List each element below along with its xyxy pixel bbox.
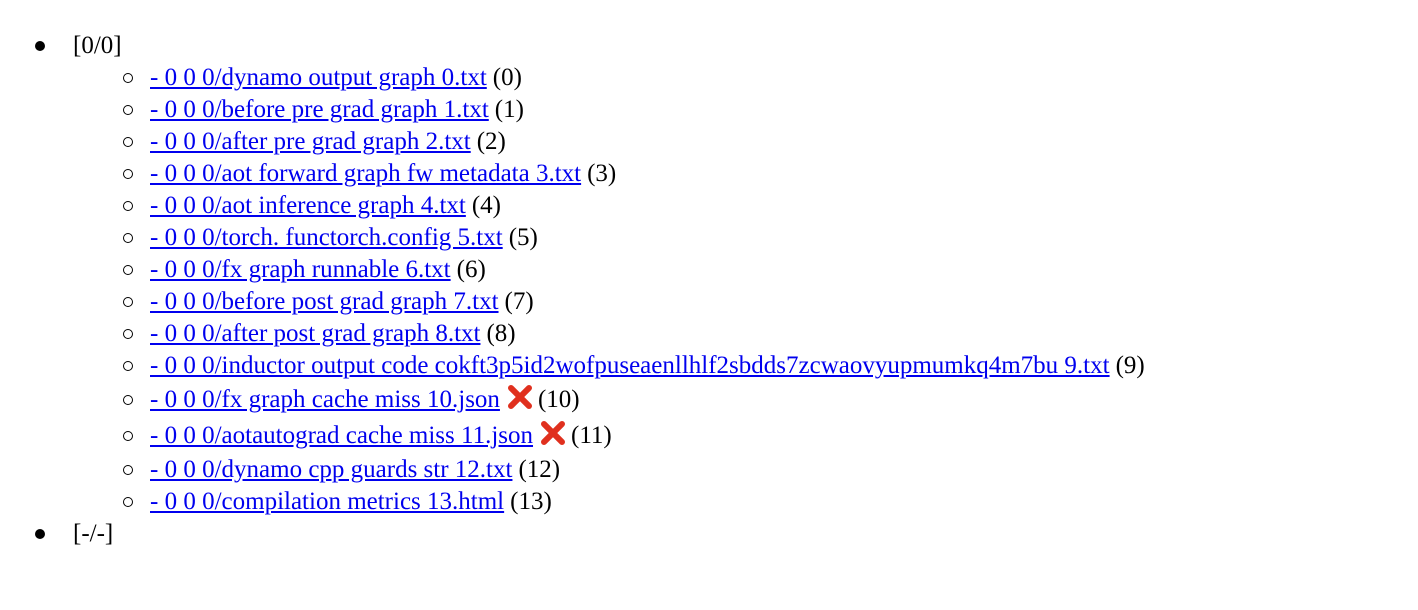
- group-label: [0/0]: [73, 32, 122, 59]
- artifact-index: (4): [471, 192, 502, 219]
- group-label: [-/-]: [73, 520, 114, 547]
- artifact-link[interactable]: - 0 0 0/compilation metrics 13.html: [150, 488, 504, 515]
- artifact-index: (13): [510, 488, 552, 515]
- circle-bullet-icon: [123, 169, 133, 179]
- circle-bullet-icon: [123, 265, 133, 275]
- artifact-link[interactable]: - 0 0 0/before post grad graph 7.txt: [150, 288, 499, 315]
- artifact-list-item: - 0 0 0/torch. functorch.config 5.txt (5): [73, 222, 1418, 254]
- artifact-list-item: - 0 0 0/dynamo output graph 0.txt (0): [73, 62, 1418, 94]
- artifact-link[interactable]: - 0 0 0/fx graph cache miss 10.json: [150, 386, 500, 413]
- artifact-link[interactable]: - 0 0 0/fx graph runnable 6.txt: [150, 256, 451, 283]
- circle-bullet-icon: [123, 465, 133, 475]
- artifact-index: (3): [587, 160, 617, 187]
- artifact-index: (0): [492, 64, 522, 91]
- artifact-list-item: - 0 0 0/dynamo cpp guards str 12.txt (12): [73, 454, 1418, 486]
- artifact-list-item: - 0 0 0/before pre grad graph 1.txt (1): [73, 94, 1418, 126]
- artifact-index: (7): [504, 288, 534, 315]
- artifact-list-item: - 0 0 0/aotautograd cache miss 11.json (1…: [73, 418, 1418, 454]
- group-item: [-/-]: [0, 518, 1418, 550]
- cross-mark-icon: [539, 419, 567, 447]
- artifact-link[interactable]: - 0 0 0/aotautograd cache miss 11.json: [150, 422, 533, 449]
- artifact-list-item: - 0 0 0/after pre grad graph 2.txt (2): [73, 126, 1418, 158]
- artifact-index: (1): [494, 96, 524, 123]
- disc-bullet-icon: [35, 41, 45, 51]
- artifact-link[interactable]: - 0 0 0/torch. functorch.config 5.txt: [150, 224, 503, 251]
- artifact-list-item: - 0 0 0/inductor output code cokft3p5id2…: [73, 350, 1418, 382]
- circle-bullet-icon: [123, 329, 133, 339]
- circle-bullet-icon: [123, 497, 133, 507]
- circle-bullet-icon: [123, 105, 133, 115]
- circle-bullet-icon: [123, 395, 133, 405]
- artifact-index: (2): [476, 128, 506, 155]
- circle-bullet-icon: [123, 233, 133, 243]
- disc-bullet-icon: [35, 529, 45, 539]
- artifact-link[interactable]: - 0 0 0/inductor output code cokft3p5id2…: [150, 352, 1110, 379]
- artifact-index: (10): [537, 386, 580, 413]
- artifact-index: (5): [508, 224, 538, 251]
- artifact-list-item: - 0 0 0/fx graph cache miss 10.json (10): [73, 382, 1418, 418]
- artifact-list-item: - 0 0 0/before post grad graph 7.txt (7): [73, 286, 1418, 318]
- circle-bullet-icon: [123, 137, 133, 147]
- artifact-index: (11): [571, 422, 612, 449]
- artifact-link[interactable]: - 0 0 0/after post grad graph 8.txt: [150, 320, 480, 347]
- artifact-link[interactable]: - 0 0 0/dynamo output graph 0.txt: [150, 64, 487, 91]
- cross-mark-icon: [506, 383, 534, 411]
- circle-bullet-icon: [123, 201, 133, 211]
- artifact-list: - 0 0 0/dynamo output graph 0.txt (0) - 0 …: [73, 62, 1418, 518]
- artifact-list-item: - 0 0 0/compilation metrics 13.html (13): [73, 486, 1418, 518]
- artifact-index: (6): [456, 256, 486, 283]
- artifact-list-item: - 0 0 0/fx graph runnable 6.txt (6): [73, 254, 1418, 286]
- group-item: [0/0] - 0 0 0/dynamo output graph 0.txt (0…: [0, 30, 1418, 518]
- artifact-link[interactable]: - 0 0 0/dynamo cpp guards str 12.txt: [150, 456, 512, 483]
- artifact-link[interactable]: - 0 0 0/before pre grad graph 1.txt: [150, 96, 489, 123]
- artifact-link[interactable]: - 0 0 0/aot forward graph fw metadata 3.…: [150, 160, 581, 187]
- circle-bullet-icon: [123, 361, 133, 371]
- artifact-list-item: - 0 0 0/aot forward graph fw metadata 3.…: [73, 158, 1418, 190]
- compile-tree: [0/0] - 0 0 0/dynamo output graph 0.txt (0…: [0, 30, 1418, 550]
- artifact-list-item: - 0 0 0/after post grad graph 8.txt (8): [73, 318, 1418, 350]
- circle-bullet-icon: [123, 73, 133, 83]
- circle-bullet-icon: [123, 431, 133, 441]
- artifact-link[interactable]: - 0 0 0/after pre grad graph 2.txt: [150, 128, 471, 155]
- artifact-index: (8): [486, 320, 516, 347]
- artifact-link[interactable]: - 0 0 0/aot inference graph 4.txt: [150, 192, 466, 219]
- artifact-list-item: - 0 0 0/aot inference graph 4.txt (4): [73, 190, 1418, 222]
- artifact-index: (12): [518, 456, 561, 483]
- circle-bullet-icon: [123, 297, 133, 307]
- artifact-index: (9): [1115, 352, 1145, 379]
